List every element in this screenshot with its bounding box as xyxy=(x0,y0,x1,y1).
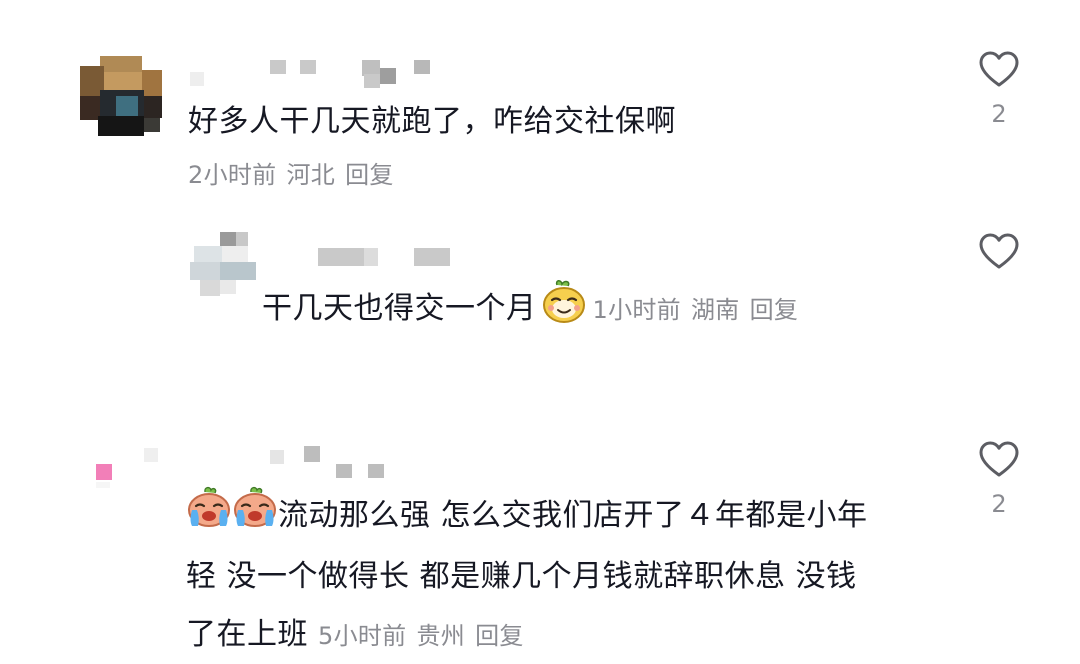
comment-meta-3: 5小时前 贵州 回复 xyxy=(318,622,534,650)
like-button-3[interactable]: 2 xyxy=(969,440,1029,518)
reply-button-3[interactable]: 回复 xyxy=(475,622,524,650)
avatar-3[interactable] xyxy=(96,448,166,488)
crying-emoji-icon xyxy=(232,486,278,547)
comment-text-3-line1: 流动那么强 怎么交我们店开了４年都是小年 xyxy=(186,486,926,547)
comment-text-3-line2: 轻 没一个做得长 都是赚几个月钱就辞职休息 没钱 xyxy=(186,559,857,594)
like-count-3: 2 xyxy=(991,490,1007,518)
comment-text-3-line3: 了在上班 5小时前 贵州 回复 xyxy=(186,607,926,664)
comment-text-3-line3-text: 了在上班 xyxy=(186,617,308,652)
comment-location-3: 贵州 xyxy=(416,622,466,650)
comment-item-3: 流动那么强 怎么交我们店开了４年都是小年 轻 没一个做得长 都是赚几个月钱就辞职… xyxy=(0,0,1080,656)
crying-emoji-icon xyxy=(186,486,232,547)
comment-time-3: 5小时前 xyxy=(318,622,407,650)
heart-outline-icon xyxy=(979,441,1019,477)
username-3[interactable] xyxy=(270,446,390,482)
comment-text-3: 流动那么强 怎么交我们店开了４年都是小年 轻 没一个做得长 都是赚几个月钱就辞职… xyxy=(186,486,926,664)
comment-text-3-line1-text: 流动那么强 怎么交我们店开了４年都是小年 xyxy=(278,498,868,533)
